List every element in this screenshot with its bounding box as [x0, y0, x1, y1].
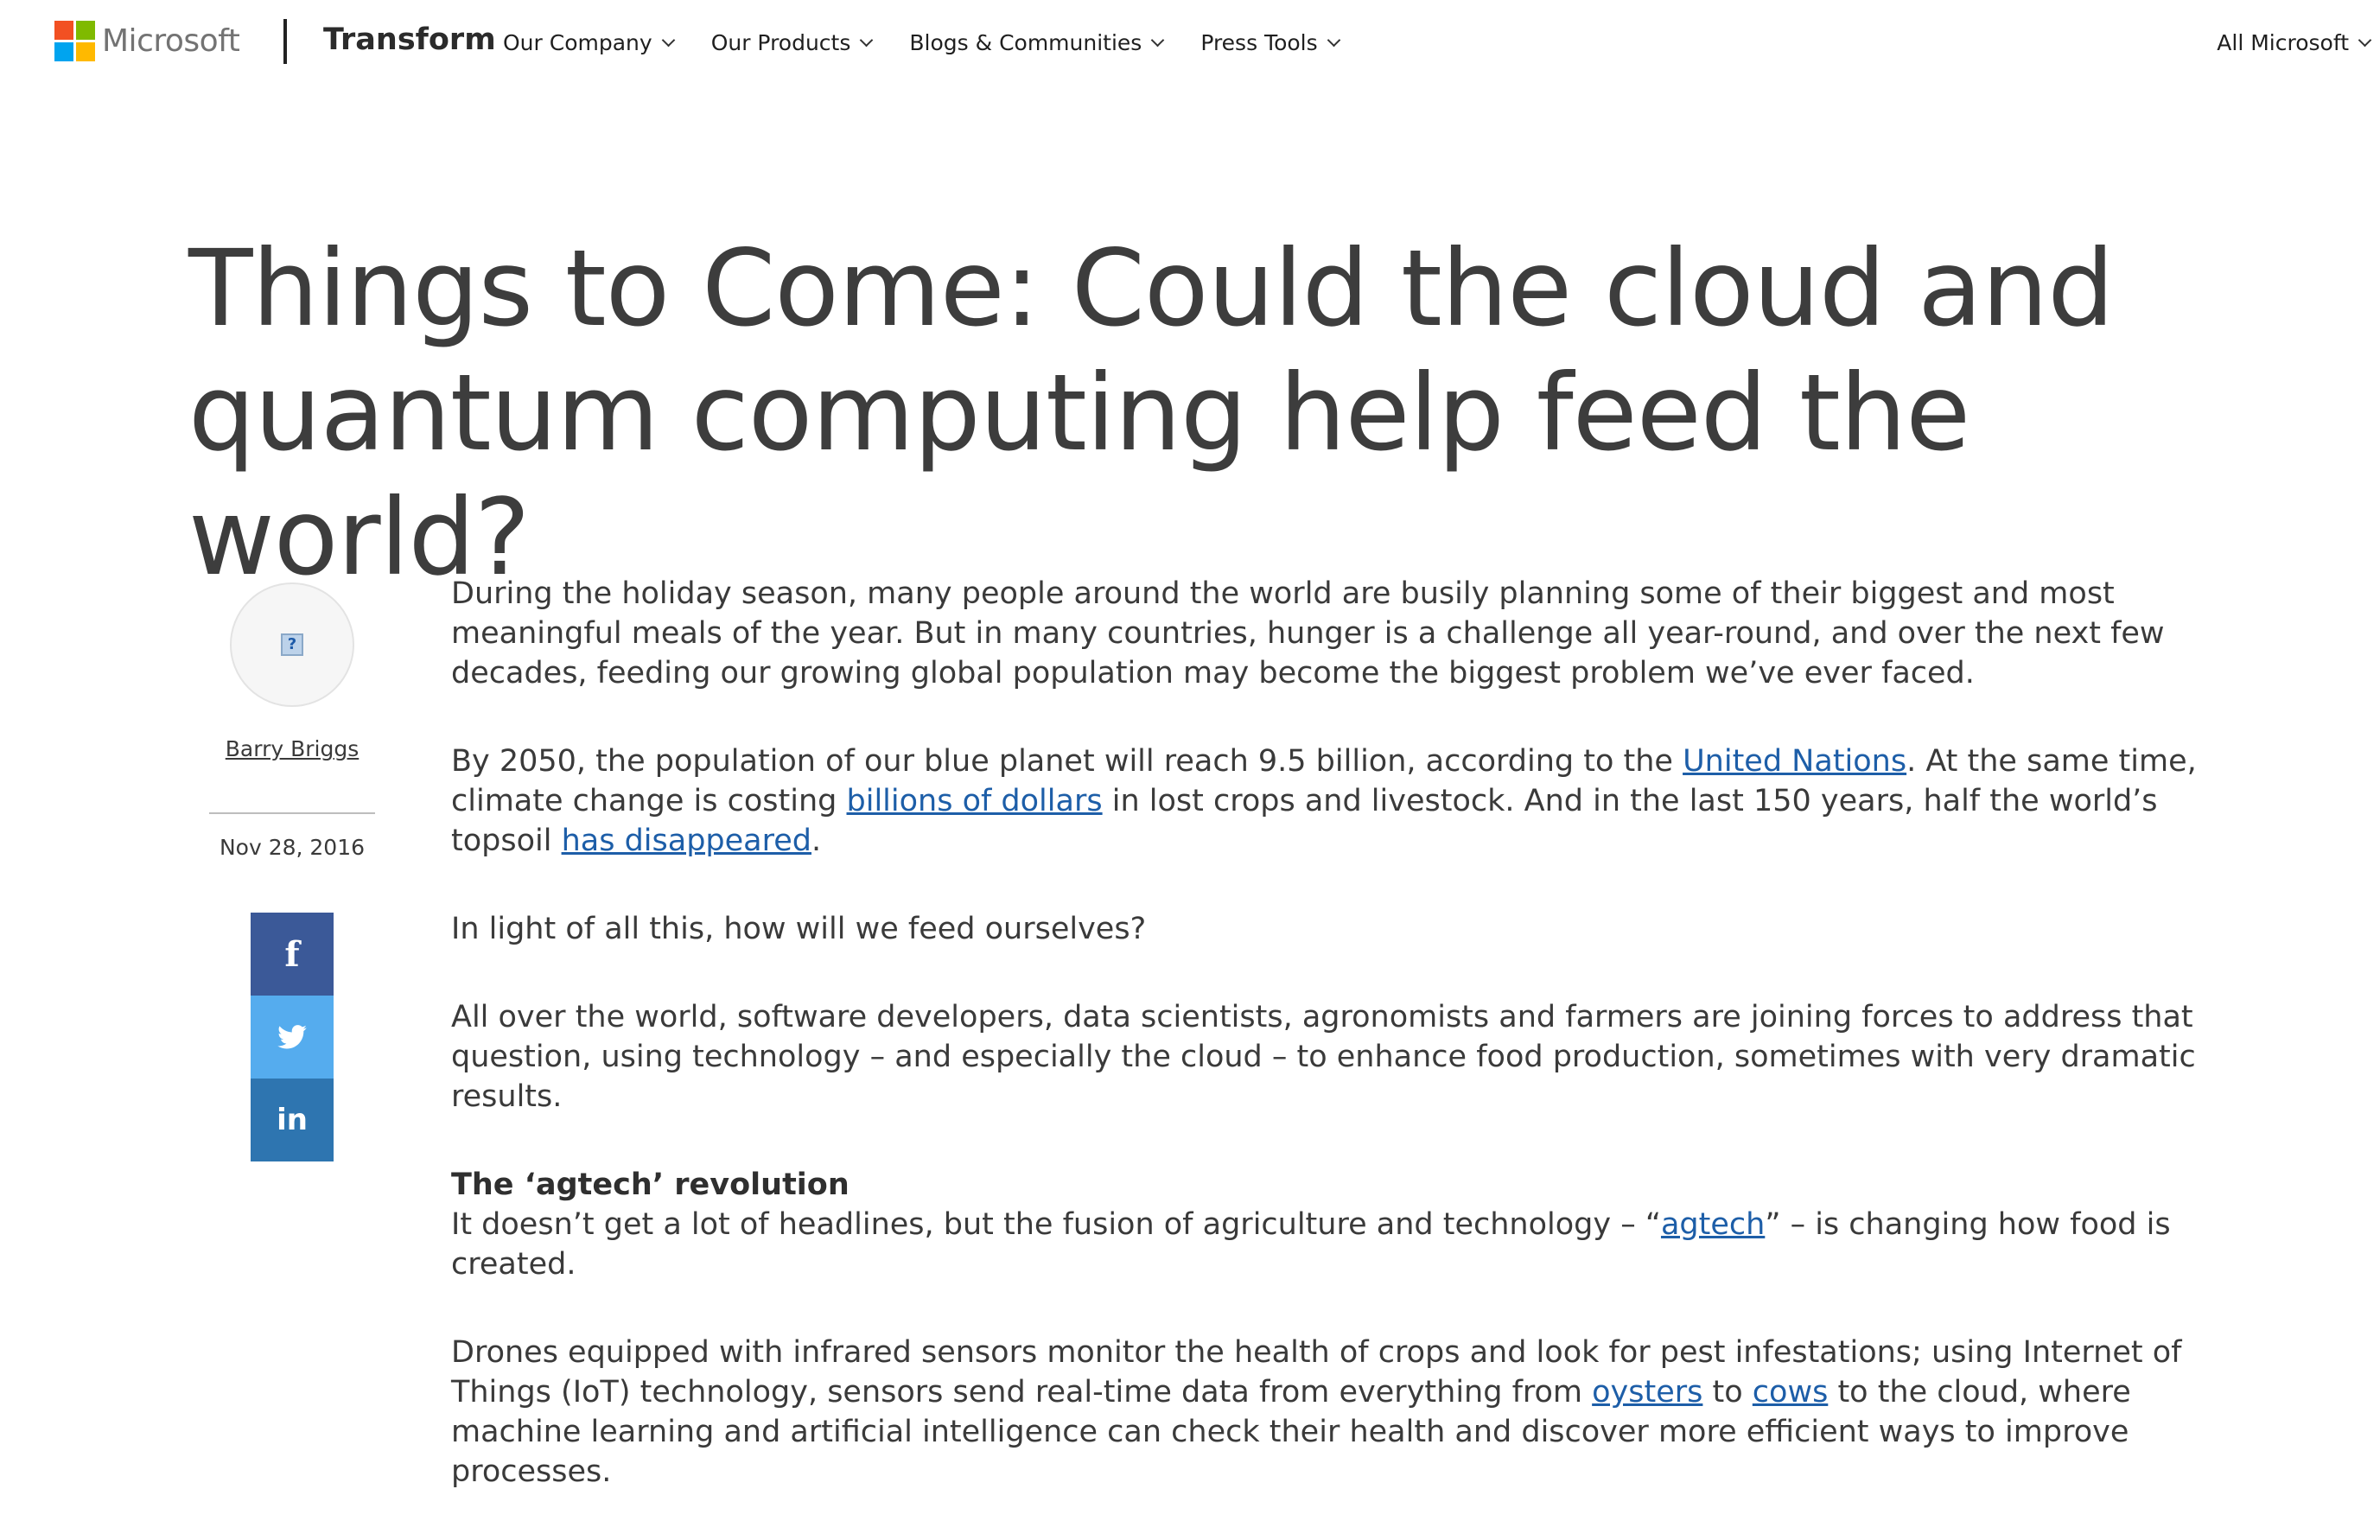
chevron-down-icon — [1327, 33, 1340, 48]
chevron-down-icon — [860, 33, 874, 48]
article-title: Things to Come: Could the cloud and quan… — [188, 227, 2115, 599]
paragraph-3: In light of all this, how will we feed o… — [451, 912, 1147, 946]
nav-press-tools[interactable]: Press Tools — [1200, 30, 1340, 55]
chevron-down-icon — [1151, 33, 1165, 48]
link-cows[interactable]: cows — [1753, 1375, 1829, 1410]
author-avatar[interactable]: ? — [230, 582, 354, 707]
microsoft-wordmark: Microsoft — [102, 23, 240, 59]
paragraph-text: to — [1702, 1375, 1753, 1410]
all-microsoft-label: All Microsoft — [2217, 30, 2349, 55]
link-billions-of-dollars[interactable]: billions of dollars — [847, 784, 1103, 818]
site-brand-transform[interactable]: Transform — [323, 22, 496, 57]
paragraph-4: All over the world, software developers,… — [451, 1000, 2196, 1114]
nav-our-products[interactable]: Our Products — [710, 30, 874, 55]
logo-square-green — [76, 21, 95, 40]
logo-square-red — [54, 21, 73, 40]
nav-label: Our Company — [503, 30, 652, 55]
paragraph-1: During the holiday season, many people a… — [451, 576, 2165, 690]
nav-label: Press Tools — [1200, 30, 1318, 55]
all-microsoft-menu[interactable]: All Microsoft — [2217, 30, 2372, 55]
paragraph-5: The ‘agtech’ revolution It doesn’t get a… — [451, 1165, 2231, 1284]
nav-label: Our Products — [710, 30, 851, 55]
chevron-down-icon — [2358, 33, 2372, 48]
broken-image-icon: ? — [281, 633, 303, 656]
linkedin-share-button[interactable]: in — [251, 1079, 334, 1161]
link-has-disappeared[interactable]: has disappeared — [562, 824, 811, 858]
paragraph-text: . — [811, 824, 822, 858]
logo-square-yellow — [76, 42, 95, 61]
twitter-icon — [277, 1025, 307, 1049]
link-oysters[interactable]: oysters — [1592, 1375, 1702, 1410]
link-united-nations[interactable]: United Nations — [1683, 744, 1906, 779]
paragraph-2: By 2050, the population of our blue plan… — [451, 741, 2231, 861]
facebook-icon: f — [284, 933, 300, 975]
nav-our-company[interactable]: Our Company — [503, 30, 675, 55]
author-link[interactable]: Barry Briggs — [173, 736, 411, 761]
paragraph-6: Drones equipped with infrared sensors mo… — [451, 1333, 2231, 1492]
microsoft-logo[interactable]: Microsoft — [54, 21, 240, 61]
paragraph-text: By 2050, the population of our blue plan… — [451, 744, 1683, 779]
sidebar-divider — [209, 812, 375, 814]
header-divider — [283, 19, 287, 64]
chevron-down-icon — [661, 33, 675, 48]
paragraph-text: It doesn’t get a lot of headlines, but t… — [451, 1207, 1661, 1242]
twitter-share-button[interactable] — [251, 996, 334, 1079]
nav-label: Blogs & Communities — [909, 30, 1142, 55]
microsoft-logo-grid-icon — [54, 21, 95, 61]
publish-date: Nov 28, 2016 — [219, 835, 366, 860]
facebook-share-button[interactable]: f — [251, 913, 334, 996]
article-body: During the holiday season, many people a… — [451, 574, 2231, 1540]
linkedin-icon: in — [277, 1103, 308, 1137]
nav-blogs-communities[interactable]: Blogs & Communities — [909, 30, 1165, 55]
main-nav: Our Company Our Products Blogs & Communi… — [503, 30, 1377, 55]
logo-square-blue — [54, 42, 73, 61]
section-subheading: The ‘agtech’ revolution — [451, 1168, 850, 1202]
link-agtech[interactable]: agtech — [1661, 1207, 1765, 1242]
